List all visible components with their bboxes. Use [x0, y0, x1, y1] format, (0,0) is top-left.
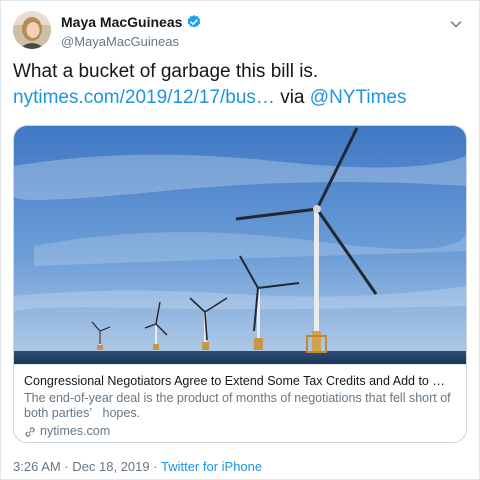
tweet-time[interactable]: 3:26 AM: [13, 459, 61, 474]
verified-badge-icon: [188, 15, 201, 28]
tweet-container: Maya MacGuineas @MayaMacGuineas What a b…: [0, 0, 480, 480]
card-domain-row: nytimes.com: [24, 424, 456, 439]
avatar-image: [13, 11, 51, 49]
tweet-link-line: nytimes.com/2019/12/17/bus… via @NYTimes: [13, 85, 469, 111]
tweet-source[interactable]: Twitter for iPhone: [161, 459, 262, 474]
author-handle[interactable]: @MayaMacGuineas: [61, 34, 202, 50]
via-text: via: [280, 87, 305, 108]
tweet-header: Maya MacGuineas @MayaMacGuineas: [13, 9, 469, 51]
tweet-footer: 3:26 AM · Dec 18, 2019 · Twitter for iPh…: [13, 459, 262, 475]
display-name-text[interactable]: Maya MacGuineas: [61, 14, 182, 30]
chevron-down-icon[interactable]: [449, 17, 463, 31]
tweet-body-text: What a bucket of garbage this bill is.: [13, 61, 319, 82]
article-link[interactable]: nytimes.com/2019/12/17/bus…: [13, 87, 275, 108]
link-preview-card[interactable]: Congressional Negotiators Agree to Exten…: [13, 125, 467, 443]
avatar[interactable]: [13, 11, 51, 49]
card-domain: nytimes.com: [40, 424, 111, 438]
card-image-wind-turbines: [14, 126, 466, 364]
link-icon: [25, 426, 35, 437]
card-description: The end-of-year deal is the product of m…: [24, 391, 451, 420]
mention-link[interactable]: @NYTimes: [310, 87, 407, 108]
footer-separator: ·: [153, 459, 161, 474]
card-title[interactable]: Congressional Negotiators Agree to Exten…: [24, 373, 456, 389]
tweet-text: What a bucket of garbage this bill is. n…: [13, 59, 469, 111]
display-name[interactable]: Maya MacGuineas: [61, 14, 202, 30]
author-names: Maya MacGuineas @MayaMacGuineas: [61, 14, 202, 50]
card-body: Congressional Negotiators Agree to Exten…: [14, 364, 466, 442]
tweet-date[interactable]: Dec 18, 2019: [72, 459, 149, 474]
